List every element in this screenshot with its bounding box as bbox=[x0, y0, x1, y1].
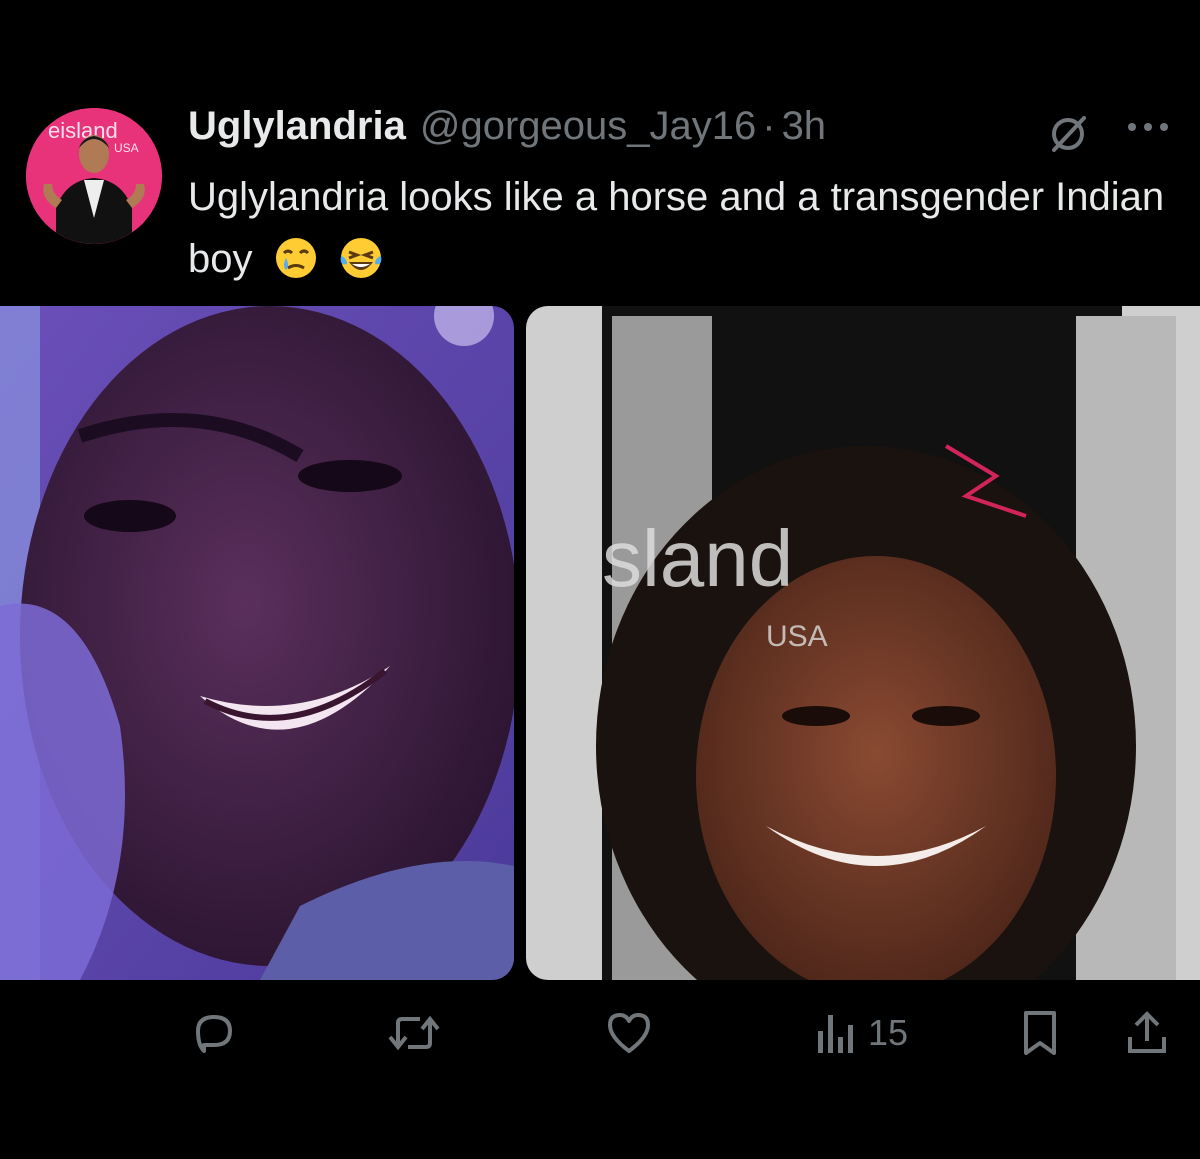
avatar-image: eisland USA bbox=[26, 108, 162, 244]
author-name[interactable]: Uglylandria bbox=[188, 104, 406, 149]
views-icon bbox=[818, 1015, 853, 1053]
media-image-left[interactable] bbox=[0, 306, 514, 980]
avatar[interactable]: eisland USA bbox=[26, 108, 162, 244]
author-handle[interactable]: @gorgeous_Jay16 bbox=[420, 104, 756, 149]
tweet-screen: { "tweet": { "author_name": "Uglylandria… bbox=[0, 0, 1200, 1159]
bookmark-icon bbox=[1024, 1011, 1056, 1055]
views-count: 15 bbox=[868, 1012, 909, 1053]
tweet-actions: 15 bbox=[0, 990, 1200, 1080]
share-button[interactable] bbox=[1124, 1008, 1170, 1058]
bookmark-button[interactable] bbox=[1020, 1008, 1060, 1058]
grok-icon[interactable] bbox=[1046, 112, 1090, 156]
media-image-right[interactable]: sland USA bbox=[526, 306, 1200, 980]
laughing-tears-emoji bbox=[339, 236, 383, 280]
reply-button[interactable] bbox=[190, 1008, 238, 1058]
tweet-media: sland USA bbox=[0, 306, 1200, 980]
right-image-watermark-sub: USA bbox=[766, 620, 828, 653]
timestamp[interactable]: 3h bbox=[782, 104, 827, 149]
views-button[interactable]: 15 bbox=[814, 1008, 908, 1058]
right-image-watermark: sland bbox=[602, 514, 793, 603]
separator-dot: · bbox=[762, 104, 776, 148]
avatar-watermark-sub: USA bbox=[114, 141, 139, 155]
tweet-body: Uglylandria looks like a horse and a tra… bbox=[188, 175, 1165, 281]
heart-icon bbox=[608, 1013, 650, 1053]
like-button[interactable] bbox=[604, 1008, 654, 1058]
crying-face-emoji bbox=[274, 236, 318, 280]
avatar-watermark: eisland bbox=[48, 118, 118, 143]
more-options-icon[interactable] bbox=[1124, 112, 1172, 142]
tweet-header: Uglylandria @gorgeous_Jay16 · 3h bbox=[188, 104, 826, 160]
retweet-button[interactable] bbox=[386, 1008, 442, 1058]
reply-icon bbox=[196, 1015, 232, 1053]
retweet-icon bbox=[388, 1015, 440, 1051]
share-icon bbox=[1128, 1011, 1166, 1053]
tweet-text: Uglylandria looks like a horse and a tra… bbox=[188, 166, 1188, 290]
